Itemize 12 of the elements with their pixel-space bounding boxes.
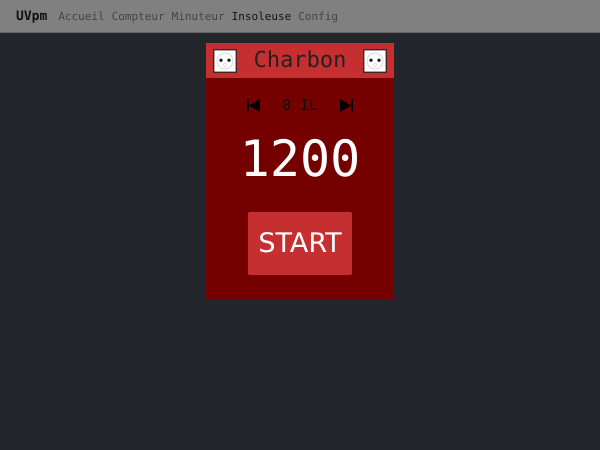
- nav-link[interactable]: Minuteur: [172, 10, 225, 22]
- nav-link[interactable]: Compteur: [112, 10, 165, 22]
- selector-value: 0 IL: [282, 96, 318, 114]
- nav-link[interactable]: Insoleuse: [232, 10, 292, 22]
- power-socket-icon[interactable]: [363, 48, 387, 72]
- panel-title: Charbon: [254, 48, 346, 73]
- start-button[interactable]: START: [248, 212, 352, 275]
- timer-value: 1200: [240, 134, 360, 184]
- power-socket-icon[interactable]: [213, 48, 237, 72]
- brand-link[interactable]: UVpm: [16, 8, 48, 24]
- nav-link[interactable]: Accueil: [58, 10, 105, 22]
- nav-link[interactable]: Config: [298, 10, 338, 22]
